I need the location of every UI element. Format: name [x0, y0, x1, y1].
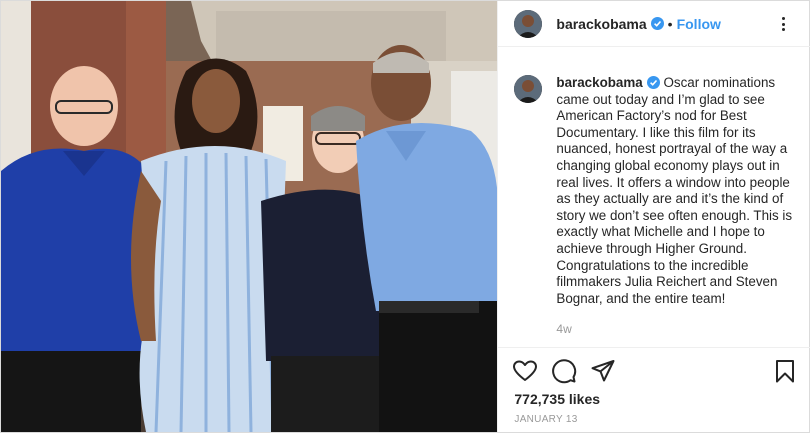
profile-avatar[interactable] — [514, 9, 543, 38]
header-username[interactable]: barackobama — [556, 16, 646, 32]
bookmark-icon[interactable] — [772, 358, 798, 384]
more-dot — [781, 17, 785, 20]
likes-count[interactable]: 772,735 likes — [514, 391, 600, 407]
heart-icon[interactable] — [512, 358, 538, 384]
caption-avatar[interactable] — [514, 75, 543, 103]
actions-bar: 772,735 likes JANUARY 13 — [498, 347, 810, 432]
heart-icon-graphic — [513, 360, 538, 381]
follow-button[interactable]: Follow — [677, 16, 721, 32]
more-dot — [781, 22, 785, 26]
more-options-icon[interactable] — [774, 15, 792, 33]
comment-icon-graphic — [552, 359, 577, 384]
post-photo[interactable] — [1, 1, 498, 432]
instagram-post: barackobama • Follow barackobama Oscar n… — [0, 0, 810, 433]
caption-username[interactable]: barackobama — [556, 75, 642, 90]
avatar-image — [514, 75, 543, 103]
caption-text: Oscar nominations came out today and I’m… — [556, 75, 793, 306]
caption-time-ago[interactable]: 4w — [556, 321, 800, 338]
verified-badge-icon — [646, 76, 660, 89]
action-icons — [512, 358, 616, 384]
share-icon[interactable] — [590, 358, 616, 384]
comment-icon[interactable] — [551, 358, 577, 384]
more-dot — [781, 28, 785, 31]
avatar-image — [514, 9, 543, 38]
verified-badge-icon — [650, 17, 664, 30]
post-header: barackobama • Follow — [498, 1, 810, 47]
caption-comment: barackobama Oscar nominations came out t… — [514, 75, 800, 338]
share-icon-graphic — [591, 360, 615, 382]
caption-body: barackobama Oscar nominations came out t… — [556, 75, 800, 338]
bookmark-icon-graphic — [776, 360, 795, 383]
header-separator: • — [667, 15, 673, 32]
post-panel: barackobama • Follow barackobama Oscar n… — [497, 1, 810, 432]
post-date: JANUARY 13 — [514, 414, 578, 425]
photo-illustration — [1, 1, 498, 432]
